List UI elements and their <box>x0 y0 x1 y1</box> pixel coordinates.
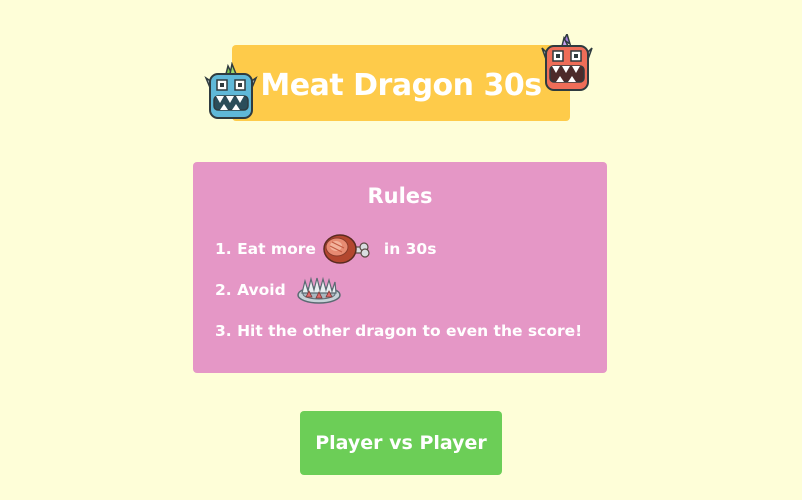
title-banner: Meat Dragon 30s <box>232 45 570 121</box>
red-dragon-icon <box>541 34 593 91</box>
rules-heading: Rules <box>367 184 433 208</box>
player-vs-player-button[interactable]: Player vs Player <box>300 411 502 475</box>
rule-hit-dragon: 3. Hit the other dragon to even the scor… <box>215 319 582 343</box>
rule-2-prefix: 2. Avoid <box>215 281 286 299</box>
rule-eat-meat: 1. Eat more in 30s <box>215 232 436 266</box>
rule-1-suffix: in 30s <box>383 240 437 258</box>
meat-icon <box>323 234 370 264</box>
blue-dragon-icon <box>204 62 258 119</box>
rule-1-prefix: 1. Eat more <box>215 240 316 258</box>
game-title: Meat Dragon 30s <box>260 67 542 103</box>
spike-trap-icon <box>296 276 341 304</box>
rule-3-text: 3. Hit the other dragon to even the scor… <box>215 322 583 340</box>
rule-avoid-trap: 2. Avoid <box>215 275 342 305</box>
rules-panel: Rules 1. Eat more in 30s 2. Avoid 3. Hit… <box>193 162 607 373</box>
